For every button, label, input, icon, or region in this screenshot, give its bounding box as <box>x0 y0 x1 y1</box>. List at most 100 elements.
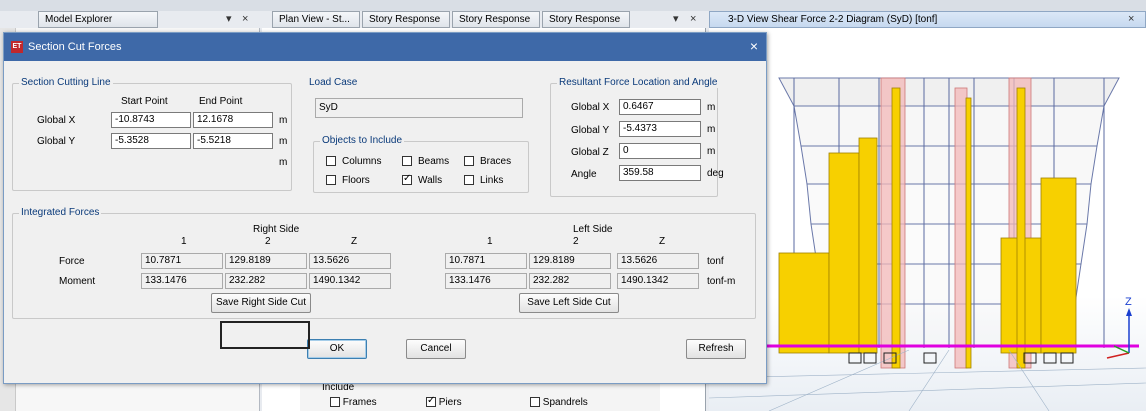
angle-unit: deg <box>707 168 724 179</box>
frames-checkbox[interactable]: Frames <box>330 397 377 408</box>
right-col3: Z <box>351 236 358 247</box>
load-case-group: Load Case SyD <box>306 77 538 125</box>
braces-checkbox[interactable]: Braces <box>464 156 511 167</box>
left-force-2: 129.8189 <box>529 253 611 269</box>
resultant-force-title: Resultant Force Location and Angle <box>557 77 720 88</box>
resultant-unit-x: m <box>707 102 716 113</box>
end-point-header: End Point <box>199 96 243 107</box>
right-col1: 1 <box>181 236 187 247</box>
global-y-label: Global Y <box>37 136 76 147</box>
z-axis-label: Z <box>1125 296 1132 308</box>
beams-checkbox[interactable]: Beams <box>402 156 449 167</box>
columns-label: Columns <box>342 156 382 167</box>
end-y-field[interactable]: -5.5218 <box>193 133 273 149</box>
angle-label: Angle <box>571 169 597 180</box>
resultant-x-field[interactable]: 0.6467 <box>619 99 701 115</box>
left-force-z: 13.5626 <box>617 253 699 269</box>
resultant-y-field[interactable]: -5.4373 <box>619 121 701 137</box>
unit-extra: m <box>279 157 288 168</box>
tab-story-response-2[interactable]: Story Response <box>452 11 540 28</box>
right-side-header: Right Side <box>253 224 300 235</box>
unit-x: m <box>279 115 288 126</box>
piers-label: Piers <box>438 397 462 408</box>
force-label: Force <box>59 256 85 267</box>
right-moment-z: 1490.1342 <box>309 273 391 289</box>
resultant-global-y-label: Global Y <box>571 125 610 136</box>
save-right-side-cut-button[interactable]: Save Right Side Cut <box>211 293 311 313</box>
unit-y: m <box>279 136 288 147</box>
view3d-title: 3-D View Shear Force 2-2 Diagram (SyD) [… <box>728 14 938 25</box>
end-x-field[interactable]: 12.1678 <box>193 112 273 128</box>
resultant-unit-y: m <box>707 124 716 135</box>
dialog-title: Section Cut Forces <box>28 41 122 53</box>
right-col2: 2 <box>265 236 271 247</box>
tab-3d-view[interactable]: 3-D View Shear Force 2-2 Diagram (SyD) [… <box>709 11 1146 28</box>
start-point-header: Start Point <box>121 96 168 107</box>
braces-label: Braces <box>480 156 512 167</box>
tab-model-explorer[interactable]: Model Explorer <box>38 11 158 28</box>
floors-label: Floors <box>342 175 370 186</box>
spandrels-checkbox[interactable]: Spandrels <box>530 397 588 408</box>
left-moment-z: 1490.1342 <box>617 273 699 289</box>
integrated-forces-title: Integrated Forces <box>19 207 102 218</box>
close-icon[interactable]: × <box>1128 11 1134 28</box>
section-cut-forces-dialog: ET Section Cut Forces × Section Cutting … <box>3 32 767 384</box>
tab-plan-view[interactable]: Plan View - St... <box>272 11 360 28</box>
ok-button[interactable]: OK <box>307 339 367 359</box>
etabs-app-icon: ET <box>11 41 23 53</box>
left-moment-1: 133.1476 <box>445 273 527 289</box>
moment-unit: tonf-m <box>707 276 736 287</box>
3d-view-pane[interactable]: Z <box>708 28 1146 411</box>
objects-to-include-title: Objects to Include <box>320 135 405 146</box>
right-moment-1: 133.1476 <box>141 273 223 289</box>
tab-story-response-1[interactable]: Story Response <box>362 11 450 28</box>
cancel-button[interactable]: Cancel <box>406 339 466 359</box>
building-3d-drawing: Z <box>708 77 1146 411</box>
links-label: Links <box>480 175 504 186</box>
piers-checkbox[interactable]: Piers <box>426 395 462 408</box>
frames-label: Frames <box>342 397 377 408</box>
resultant-unit-z: m <box>707 146 716 157</box>
objects-to-include-group: Objects to Include Columns Beams Braces … <box>313 135 529 193</box>
angle-field[interactable]: 359.58 <box>619 165 701 181</box>
right-force-1: 10.7871 <box>141 253 223 269</box>
load-case-field[interactable]: SyD <box>315 98 523 118</box>
save-left-side-cut-button[interactable]: Save Left Side Cut <box>519 293 619 313</box>
left-col2: 2 <box>573 236 579 247</box>
right-force-z: 13.5626 <box>309 253 391 269</box>
tab-story-response-3[interactable]: Story Response <box>542 11 630 28</box>
left-col3: Z <box>659 236 666 247</box>
load-case-title: Load Case <box>307 77 360 88</box>
walls-checkbox[interactable]: Walls <box>402 173 443 186</box>
close-icon[interactable]: × <box>242 11 248 28</box>
dialog-titlebar[interactable]: ET Section Cut Forces × <box>4 33 766 61</box>
pin-icon[interactable]: ▾ <box>226 11 232 28</box>
start-x-field[interactable]: -10.8743 <box>111 112 191 128</box>
columns-checkbox[interactable]: Columns <box>326 156 381 167</box>
right-moment-2: 232.282 <box>225 273 307 289</box>
include-panel: Include Frames Piers Spandrels <box>300 382 660 411</box>
floors-checkbox[interactable]: Floors <box>326 175 370 186</box>
close-icon[interactable]: × <box>750 38 758 54</box>
section-cutting-line-group: Section Cutting Line Start Point End Poi… <box>12 77 292 191</box>
pin-icon[interactable]: ▾ <box>673 11 679 28</box>
walls-label: Walls <box>418 175 443 186</box>
left-moment-2: 232.282 <box>529 273 611 289</box>
close-icon[interactable]: × <box>690 11 696 28</box>
left-col1: 1 <box>487 236 493 247</box>
refresh-button[interactable]: Refresh <box>686 339 746 359</box>
resultant-global-z-label: Global Z <box>571 147 609 158</box>
highlight-box <box>220 321 310 349</box>
links-checkbox[interactable]: Links <box>464 175 503 186</box>
force-unit: tonf <box>707 256 724 267</box>
beams-label: Beams <box>418 156 450 167</box>
start-y-field[interactable]: -5.3528 <box>111 133 191 149</box>
etabs-window: Model Explorer ▾ × Plan View - St... Sto… <box>0 0 1146 411</box>
resultant-z-field[interactable]: 0 <box>619 143 701 159</box>
global-x-label: Global X <box>37 115 76 126</box>
spandrels-label: Spandrels <box>542 397 588 408</box>
left-side-header: Left Side <box>573 224 613 235</box>
top-strip <box>0 0 1146 11</box>
resultant-global-x-label: Global X <box>571 102 610 113</box>
left-force-1: 10.7871 <box>445 253 527 269</box>
